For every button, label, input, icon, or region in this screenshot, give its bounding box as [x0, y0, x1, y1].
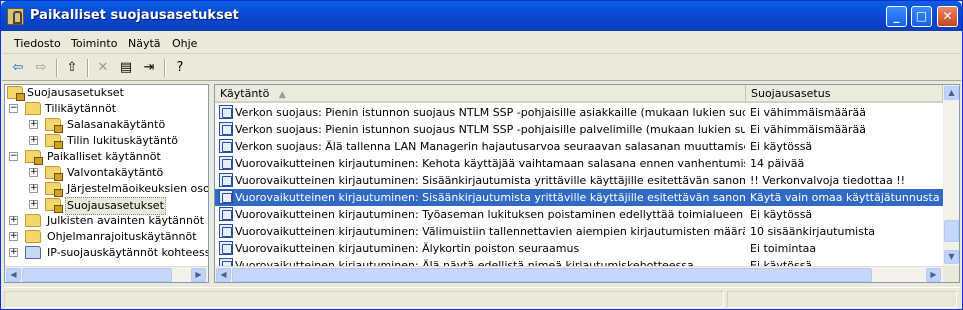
folder-icon — [25, 150, 43, 165]
list-row[interactable]: Vuorovaikutteinen kirjautuminen: Älä näy… — [215, 257, 943, 266]
status-bar — [2, 287, 961, 309]
expand-icon[interactable]: + — [9, 232, 18, 241]
policy-icon — [219, 122, 233, 136]
list-row[interactable]: Vuorovaikutteinen kirjautuminen: Työasem… — [215, 206, 943, 223]
sort-ascending-icon: ▲ — [278, 90, 286, 100]
console-tree: Suojausasetukset − Tilikäytännöt + Salas… — [4, 84, 209, 283]
list-vertical-scrollbar[interactable]: ▲ ▼ — [943, 85, 959, 266]
scrollbar-thumb[interactable] — [232, 268, 872, 282]
expand-icon[interactable]: + — [29, 200, 38, 209]
folder-icon — [45, 118, 63, 133]
expand-icon[interactable]: + — [9, 216, 18, 225]
help-icon[interactable]: ? — [170, 58, 190, 78]
folder-icon — [25, 102, 41, 115]
app-window: Paikalliset suojausasetukset _ □ ✕ Tiedo… — [0, 0, 963, 310]
forward-arrow-icon[interactable]: ⇨ — [31, 58, 51, 78]
tree-horizontal-scrollbar[interactable]: ◀ ▶ — [5, 266, 208, 282]
title-bar[interactable]: Paikalliset suojausasetukset _ □ ✕ — [1, 1, 962, 31]
collapse-icon[interactable]: − — [9, 152, 18, 161]
status-pane-main — [4, 291, 724, 308]
list-row[interactable]: Verkon suojaus: Pienin istunnon suojaus … — [215, 121, 943, 138]
close-button[interactable]: ✕ — [937, 6, 958, 27]
expand-icon[interactable]: + — [29, 120, 38, 129]
security-settings-icon — [7, 86, 25, 101]
delete-icon[interactable]: ✕ — [93, 58, 113, 78]
list-row[interactable]: Vuorovaikutteinen kirjautuminen: Kehota … — [215, 155, 943, 172]
policy-icon — [219, 190, 233, 204]
list-row-selected[interactable]: Vuorovaikutteinen kirjautuminen: Sisäänk… — [215, 189, 943, 206]
column-header-policy[interactable]: Käytäntö ▲ — [215, 85, 746, 103]
menu-action[interactable]: Toiminto — [71, 37, 117, 50]
policy-icon — [219, 224, 233, 238]
policy-icon — [219, 173, 233, 187]
folder-icon — [25, 230, 41, 243]
status-pane-secondary — [727, 291, 957, 308]
menu-file[interactable]: Tiedosto — [14, 37, 61, 50]
toolbar-separator — [56, 59, 58, 77]
collapse-icon[interactable]: − — [9, 104, 18, 113]
policy-icon — [219, 156, 233, 170]
ip-security-icon — [25, 246, 41, 259]
scroll-up-icon[interactable]: ▲ — [944, 86, 959, 100]
list-row[interactable]: Verkon suojaus: Pienin istunnon suojaus … — [215, 104, 943, 121]
policy-icon — [219, 139, 233, 153]
policy-icon — [219, 105, 233, 119]
properties-icon[interactable]: ▤ — [116, 58, 136, 78]
scroll-down-icon[interactable]: ▼ — [944, 250, 959, 264]
folder-icon — [45, 134, 63, 149]
folder-icon — [45, 198, 63, 213]
column-header-setting[interactable]: Suojausasetus — [746, 85, 943, 103]
expand-icon[interactable]: + — [29, 136, 38, 145]
folder-icon — [45, 166, 63, 181]
folder-icon — [25, 214, 41, 227]
toolbar: ⇦ ⇨ ⇧ ✕ ▤ ⇥ ? — [2, 55, 961, 81]
scroll-left-icon[interactable]: ◀ — [216, 268, 231, 282]
window-title: Paikalliset suojausasetukset — [30, 8, 239, 23]
menu-help[interactable]: Ohje — [172, 37, 197, 50]
maximize-button[interactable]: □ — [911, 6, 932, 27]
scrollbar-corner — [943, 266, 959, 282]
scroll-right-icon[interactable]: ▶ — [191, 268, 206, 282]
export-list-icon[interactable]: ⇥ — [139, 58, 159, 78]
policy-icon — [219, 241, 233, 255]
toolbar-separator — [87, 59, 89, 77]
scroll-left-icon[interactable]: ◀ — [6, 268, 21, 282]
policy-icon — [219, 258, 233, 266]
expand-icon[interactable]: + — [9, 248, 18, 257]
folder-icon — [45, 182, 63, 197]
policy-icon — [219, 207, 233, 221]
list-row[interactable]: Vuorovaikutteinen kirjautuminen: Sisäänk… — [215, 172, 943, 189]
scrollbar-thumb[interactable] — [944, 220, 959, 242]
list-row[interactable]: Vuorovaikutteinen kirjautuminen: Älykort… — [215, 240, 943, 257]
minimize-button[interactable]: _ — [886, 6, 907, 27]
up-folder-icon[interactable]: ⇧ — [62, 58, 82, 78]
expand-icon[interactable]: + — [29, 184, 38, 193]
scroll-right-icon[interactable]: ▶ — [926, 268, 941, 282]
list-row[interactable]: Verkon suojaus: Älä tallenna LAN Manager… — [215, 138, 943, 155]
policy-list: Käytäntö ▲ Suojausasetus Verkon suojaus:… — [214, 84, 960, 283]
security-settings-icon — [7, 8, 24, 25]
list-row[interactable]: Vuorovaikutteinen kirjautuminen: Välimui… — [215, 223, 943, 240]
back-arrow-icon[interactable]: ⇦ — [8, 58, 28, 78]
menu-bar: Tiedosto Toiminto Näytä Ohje — [2, 32, 961, 54]
list-horizontal-scrollbar[interactable]: ◀ ▶ — [215, 266, 943, 282]
toolbar-separator — [164, 59, 166, 77]
scrollbar-thumb[interactable] — [22, 268, 172, 282]
expand-icon[interactable]: + — [29, 168, 38, 177]
menu-view[interactable]: Näytä — [128, 37, 161, 50]
